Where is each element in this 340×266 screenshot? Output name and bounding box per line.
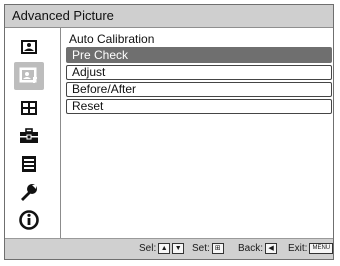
sidebar <box>5 28 61 238</box>
help-bar: Sel: ▲ ▼ Set: ⊞ Back: ◀ Exit: MENU <box>5 238 334 259</box>
enter-key-icon: ⊞ <box>211 243 224 254</box>
hint-select: Sel: ▲ ▼ <box>139 243 185 254</box>
up-arrow-icon: ▲ <box>158 243 171 254</box>
installation-icon[interactable] <box>17 182 41 202</box>
screen-icon[interactable] <box>17 98 41 118</box>
advanced-picture-icon[interactable] <box>14 62 44 90</box>
sel-label: Sel: <box>139 243 157 254</box>
hint-exit: Exit: MENU <box>288 243 334 254</box>
osd-menu-window: Advanced Picture Auto Calibration Pre Ch… <box>4 4 334 260</box>
menu-item-pre-check[interactable]: Pre Check <box>66 47 332 63</box>
hint-back: Back: ◀ <box>238 243 278 254</box>
menu-item-reset[interactable]: Reset <box>66 99 332 114</box>
menu-item-adjust[interactable]: Adjust <box>66 65 332 80</box>
menu-icon[interactable] <box>17 154 41 174</box>
menu-item-before-after[interactable]: Before/After <box>66 82 332 97</box>
setup-icon[interactable] <box>17 126 41 146</box>
down-arrow-icon: ▼ <box>172 243 185 254</box>
menu-title: Advanced Picture <box>12 8 114 23</box>
set-label: Set: <box>192 243 210 254</box>
picture-icon[interactable] <box>17 37 41 57</box>
menu-key: MENU <box>309 243 334 254</box>
section-title: Auto Calibration <box>69 32 155 46</box>
title-bar: Advanced Picture <box>5 5 333 28</box>
exit-label: Exit: <box>288 243 308 254</box>
left-arrow-icon: ◀ <box>265 243 278 254</box>
information-icon[interactable] <box>17 210 41 230</box>
back-label: Back: <box>238 243 264 254</box>
hint-set: Set: ⊞ <box>192 243 224 254</box>
